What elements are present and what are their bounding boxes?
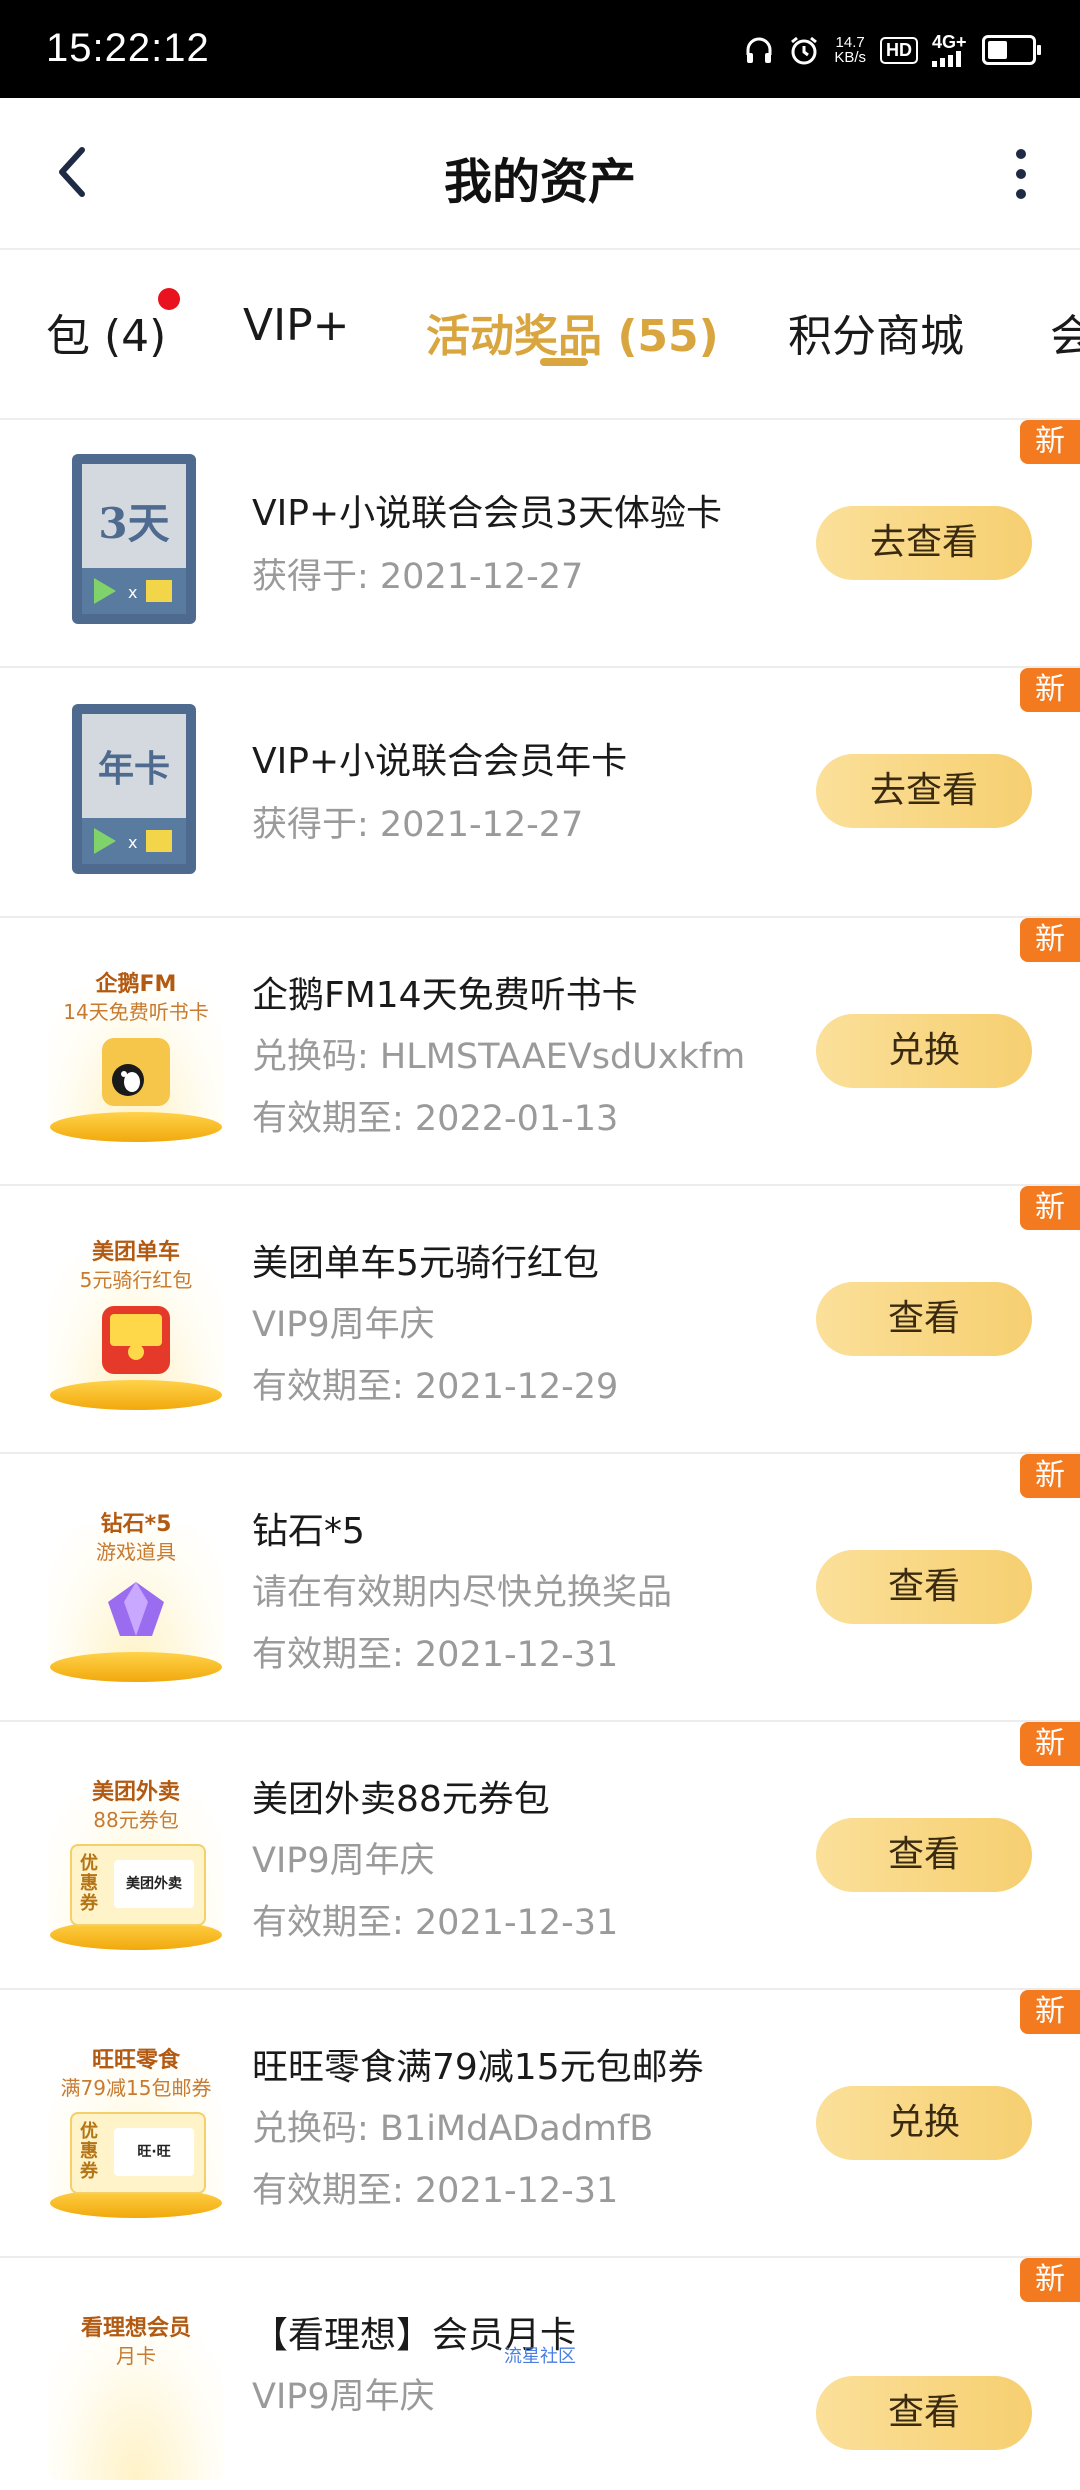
category-tabs: 包 (4) VIP+ 活动奖品 (55) 积分商城 会: [0, 250, 1080, 420]
redeem-button[interactable]: 兑换: [816, 2086, 1032, 2160]
diamond-icon: [108, 1582, 164, 1636]
item-date: 获得于: 2021-12-27: [252, 805, 584, 845]
item-name: 企鹅FM14天免费听书卡: [252, 975, 638, 1016]
item-name: VIP+小说联合会员年卡: [252, 741, 628, 782]
view-button[interactable]: 查看: [816, 1282, 1032, 1356]
new-badge: 新: [1020, 1722, 1080, 1766]
item-source: VIP9周年庆: [252, 1305, 435, 1345]
red-envelope-icon: [102, 1306, 170, 1374]
status-icons: 14.7 KB/s HD 4G+: [744, 30, 1041, 70]
item-name: 旺旺零食满79减15元包邮券: [252, 2047, 704, 2088]
new-badge: 新: [1020, 668, 1080, 712]
list-item[interactable]: 新 旺旺零食 满79减15包邮券 优惠券 旺·旺 旺旺零食满79减15元包邮券 …: [0, 1990, 1080, 2258]
item-name: 钻石*5: [252, 1511, 365, 1552]
tab-more[interactable]: 会: [1050, 300, 1080, 364]
tab-vip-plus[interactable]: VIP+: [243, 300, 349, 351]
net-speed: 14.7 KB/s: [834, 34, 866, 66]
new-badge: 新: [1020, 1454, 1080, 1498]
item-name: VIP+小说联合会员3天体验卡: [252, 493, 723, 534]
list-item[interactable]: 新 企鹅FM 14天免费听书卡 企鹅FM14天免费听书卡 兑换码: HLMSTA…: [0, 918, 1080, 1186]
view-button[interactable]: 去查看: [816, 754, 1032, 828]
new-badge: 新: [1020, 1186, 1080, 1230]
signal-indicator: 4G+: [932, 33, 968, 67]
new-badge: 新: [1020, 1990, 1080, 2034]
battery-icon: [982, 35, 1041, 65]
item-name: 美团单车5元骑行红包: [252, 1243, 599, 1284]
tab-points-mall[interactable]: 积分商城: [788, 300, 964, 364]
item-date: 获得于: 2021-12-27: [252, 557, 584, 597]
page-title: 我的资产: [443, 154, 636, 210]
watermark: 流星社区: [504, 2346, 576, 2367]
meituan-bike-thumbnail: 美团单车 5元骑行红包: [48, 1234, 224, 1414]
vip-card-thumbnail: 年卡 x: [72, 704, 196, 874]
new-badge: 新: [1020, 2258, 1080, 2302]
item-expiry: 有效期至: 2021-12-31: [252, 2171, 619, 2211]
penguin-icon: [102, 1038, 170, 1106]
meituan-waimai-thumbnail: 美团外卖 88元券包 优惠券 美团外卖: [48, 1774, 224, 1954]
more-options-icon[interactable]: [1006, 148, 1036, 200]
penguin-fm-thumbnail: 企鹅FM 14天免费听书卡: [48, 966, 224, 1146]
list-item[interactable]: 新 美团单车 5元骑行红包 美团单车5元骑行红包 VIP9周年庆 有效期至: 2…: [0, 1186, 1080, 1454]
headphones-icon: [746, 37, 772, 63]
item-expiry: 有效期至: 2021-12-29: [252, 1367, 619, 1407]
item-expiry: 有效期至: 2021-12-31: [252, 1903, 619, 1943]
diamond-thumbnail: 钻石*5 游戏道具: [48, 1506, 224, 1686]
coupon-graphic: 优惠券 旺·旺: [70, 2112, 206, 2194]
new-badge: 新: [1020, 420, 1080, 464]
tab-activity-prizes[interactable]: 活动奖品 (55): [426, 300, 719, 364]
view-button[interactable]: 查看: [816, 1550, 1032, 1624]
svg-text:x: x: [128, 583, 137, 602]
item-note: 请在有效期内尽快兑换奖品: [252, 1573, 673, 1613]
new-badge: 新: [1020, 918, 1080, 962]
redeem-button[interactable]: 兑换: [816, 1014, 1032, 1088]
item-code: 兑换码: HLMSTAAEVsdUxkfm: [252, 1037, 746, 1077]
list-item[interactable]: 新 钻石*5 游戏道具 钻石*5 请在有效期内尽快兑换奖品 有效期至: 2021…: [0, 1454, 1080, 1722]
view-button[interactable]: 查看: [816, 1818, 1032, 1892]
view-button[interactable]: 去查看: [816, 506, 1032, 580]
app-header: 我的资产: [0, 98, 1080, 250]
kanlixiang-thumbnail: 看理想会员 月卡: [48, 2310, 224, 2490]
item-source: VIP9周年庆: [252, 1841, 435, 1881]
signal-bars-icon: [932, 51, 961, 67]
status-bar: 15:22:12 14.7 KB/s HD 4G+: [0, 0, 1080, 98]
vip-card-thumbnail: 3天 x: [72, 454, 196, 624]
item-code: 兑换码: B1iMdADadmfB: [252, 2109, 654, 2149]
coupon-graphic: 优惠券 美团外卖: [70, 1844, 206, 1926]
item-name: 美团外卖88元券包: [252, 1779, 550, 1820]
view-button[interactable]: 查看: [816, 2376, 1032, 2450]
hd-badge: HD: [880, 36, 918, 64]
list-item[interactable]: 新 美团外卖 88元券包 优惠券 美团外卖 美团外卖88元券包 VIP9周年庆 …: [0, 1722, 1080, 1990]
tab-bag[interactable]: 包 (4): [46, 300, 166, 364]
notification-dot: [158, 288, 180, 310]
status-time: 15:22:12: [46, 26, 210, 70]
wangwang-thumbnail: 旺旺零食 满79减15包邮券 优惠券 旺·旺: [48, 2042, 224, 2222]
list-item[interactable]: 新 3天 x VIP+小说联合会员3天体验卡 获得于: 2021-12-27 去…: [0, 420, 1080, 668]
active-tab-indicator: [540, 358, 588, 366]
alarm-icon: [791, 36, 818, 65]
video-logo-icon: x: [94, 828, 172, 854]
network-type: 4G+: [932, 32, 967, 52]
video-logo-icon: x: [94, 578, 172, 604]
list-item[interactable]: 新 年卡 x VIP+小说联合会员年卡 获得于: 2021-12-27 去查看: [0, 668, 1080, 918]
prize-list: 新 3天 x VIP+小说联合会员3天体验卡 获得于: 2021-12-27 去…: [0, 420, 1080, 2480]
item-expiry: 有效期至: 2022-01-13: [252, 1099, 619, 1139]
svg-text:x: x: [128, 833, 137, 852]
item-expiry: 有效期至: 2021-12-31: [252, 1635, 619, 1675]
